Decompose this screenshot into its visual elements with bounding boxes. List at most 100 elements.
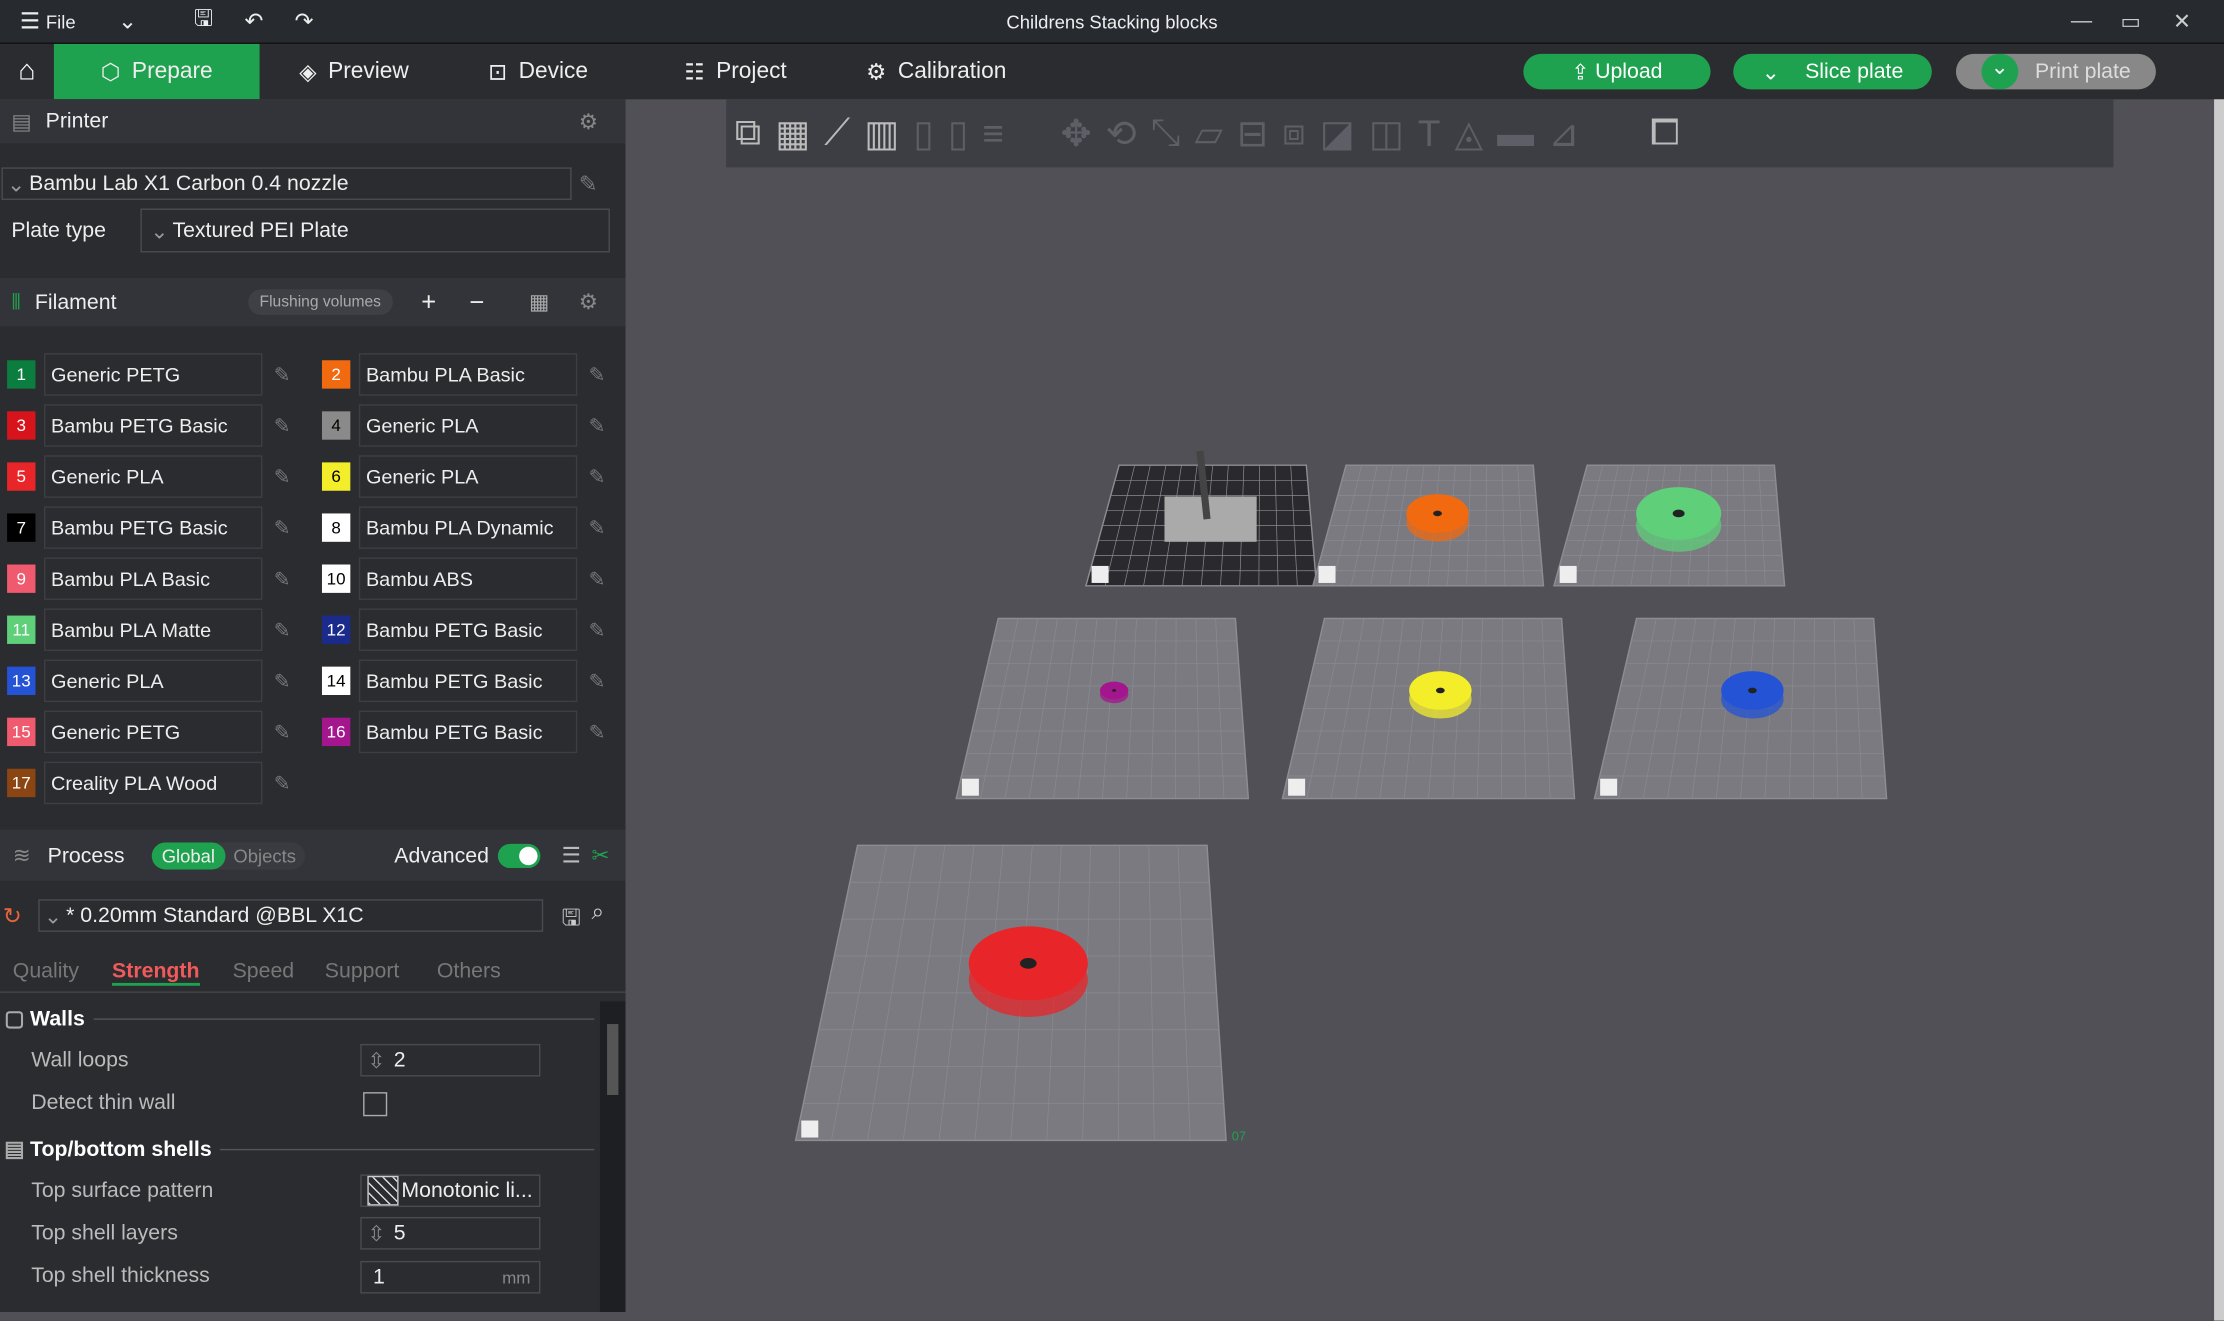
filament-color-swatch[interactable]: 8 [321, 513, 351, 542]
stepper-icon[interactable]: ⇳ [367, 1221, 385, 1246]
seam-icon[interactable]: ◫ [1369, 111, 1404, 155]
edit-icon[interactable]: ✎ [589, 720, 606, 744]
filament-color-swatch[interactable]: 14 [321, 666, 351, 696]
edit-icon[interactable]: ✎ [589, 567, 606, 591]
add-object-icon[interactable]: ⧉ [735, 111, 761, 156]
plate-type-select[interactable]: ⌄ Textured PEI Plate [140, 208, 610, 253]
save-icon[interactable]: 🖫 [562, 902, 581, 940]
list-icon[interactable]: ☰ [562, 843, 581, 868]
filament-color-swatch[interactable]: 13 [7, 666, 36, 696]
filament-item[interactable]: 14 Bambu PETG Basic ✎ [321, 659, 606, 703]
maximize-button[interactable]: ▭ [2120, 9, 2140, 34]
filament-select[interactable]: Generic PETG [43, 710, 263, 754]
filament-item[interactable]: 8 Bambu PLA Dynamic ✎ [321, 506, 605, 549]
layers-icon[interactable]: ≡ [982, 111, 1004, 155]
gear-icon[interactable]: ⚙ [579, 109, 598, 134]
edit-icon[interactable]: ✎ [589, 465, 606, 489]
reset-icon[interactable]: ↻ [3, 902, 22, 930]
filament-select[interactable]: Bambu PETG Basic [43, 506, 263, 549]
close-button[interactable]: ✕ [2173, 9, 2191, 34]
tab-prepare[interactable]: ⬡ Prepare [53, 43, 260, 100]
edit-icon[interactable]: ✎ [274, 516, 291, 540]
filament-color-swatch[interactable]: 7 [7, 513, 36, 542]
chevron-down-icon[interactable]: ⌄ [118, 7, 137, 35]
filament-select[interactable]: Generic PETG [43, 353, 263, 396]
redo-icon[interactable]: ↷ [295, 7, 314, 35]
filament-color-swatch[interactable]: 17 [7, 768, 36, 798]
filament-select[interactable]: Bambu PETG Basic [358, 659, 578, 703]
top-shell-layers-input[interactable]: ⇳ 5 [360, 1216, 541, 1250]
filament-color-swatch[interactable]: 2 [321, 360, 351, 389]
filament-select[interactable]: Bambu PLA Basic [358, 353, 578, 396]
build-plate[interactable] [955, 617, 1250, 800]
measure-icon[interactable]: ▬ [1497, 111, 1534, 155]
filament-select[interactable]: Bambu PETG Basic [358, 608, 578, 652]
explode-icon[interactable]: ⧠ [1650, 111, 1680, 156]
boolean-icon[interactable]: ⧈ [1282, 111, 1305, 156]
flushing-volumes-button[interactable]: Flushing volumes [248, 289, 393, 315]
filament-item[interactable]: 4 Generic PLA ✎ [321, 404, 606, 447]
edit-icon[interactable]: ✎ [589, 362, 606, 386]
build-plate[interactable] [1281, 617, 1576, 800]
sidebar-scrollbar[interactable] [599, 1001, 626, 1312]
tab-device[interactable]: ⊡ Device [449, 44, 628, 99]
add-plate-icon[interactable]: ▦ [775, 111, 810, 155]
printer-select[interactable]: ⌄ Bambu Lab X1 Carbon 0.4 nozzle [1, 167, 572, 200]
upload-button[interactable]: ⇪ Upload [1523, 53, 1711, 90]
edit-icon[interactable]: ✎ [579, 170, 598, 198]
filament-select[interactable]: Bambu ABS [358, 557, 578, 600]
viewport-scrollbar[interactable] [2214, 99, 2224, 1321]
edit-icon[interactable]: ✎ [589, 669, 606, 693]
filament-color-swatch[interactable]: 4 [321, 411, 351, 440]
filament-color-swatch[interactable]: 15 [7, 717, 36, 747]
edit-icon[interactable]: ✎ [589, 413, 606, 437]
filament-item[interactable]: 15 Generic PETG ✎ [7, 710, 291, 754]
global-objects-toggle[interactable]: Global Objects [151, 841, 305, 869]
filament-color-swatch[interactable]: 6 [321, 462, 351, 491]
tab-others[interactable]: Others [437, 959, 501, 983]
edit-icon[interactable]: ✎ [274, 362, 291, 386]
filament-item[interactable]: 6 Generic PLA ✎ [321, 455, 606, 498]
menu-icon[interactable]: ☰ [20, 7, 40, 35]
home-icon[interactable]: ⌂ [0, 55, 54, 88]
filament-select[interactable]: Bambu PLA Dynamic [358, 506, 578, 549]
search-icon[interactable]: ⌕ [591, 901, 604, 927]
tab-quality[interactable]: Quality [13, 959, 79, 983]
build-plate[interactable]: 07 [794, 844, 1246, 1143]
save-icon[interactable]: 🖫 [194, 2, 213, 40]
3d-viewport[interactable]: 07 [626, 167, 2215, 1321]
wall-loops-input[interactable]: ⇳ 2 [360, 1043, 541, 1077]
top-surface-pattern-select[interactable]: Monotonic li... [360, 1174, 541, 1208]
assembly-icon[interactable]: ⊿ [1548, 111, 1579, 155]
edit-icon[interactable]: ✎ [274, 771, 291, 795]
build-plate[interactable] [1593, 617, 1888, 800]
sync-icon[interactable]: ▦ [529, 289, 549, 315]
text-icon[interactable]: T [1418, 111, 1441, 155]
build-plate[interactable] [1311, 464, 1545, 587]
advanced-toggle[interactable] [497, 843, 541, 868]
color-paint-icon[interactable]: ◬ [1455, 111, 1483, 155]
filament-item[interactable]: 5 Generic PLA ✎ [7, 455, 290, 498]
build-plate[interactable] [1084, 450, 1318, 587]
edit-icon[interactable]: ✎ [274, 413, 291, 437]
edit-icon[interactable]: ✎ [274, 720, 291, 744]
filament-select[interactable]: Bambu PETG Basic [358, 710, 578, 754]
lay-on-face-icon[interactable]: ▱ [1194, 111, 1222, 155]
tab-support[interactable]: Support [325, 959, 400, 983]
auto-orient-icon[interactable]: ⟋ [824, 111, 850, 156]
print-plate-button[interactable]: ⌄ Print plate [1955, 53, 2156, 90]
process-preset-select[interactable]: ⌄ * 0.20mm Standard @BBL X1C [38, 899, 544, 932]
filament-item[interactable]: 3 Bambu PETG Basic ✎ [7, 404, 290, 447]
remove-icon[interactable]: − [469, 287, 484, 317]
tab-project[interactable]: ☷ Project [628, 44, 827, 99]
tab-preview[interactable]: ◈ Preview [260, 44, 449, 99]
detect-thin-wall-checkbox[interactable] [363, 1092, 388, 1117]
filament-select[interactable]: Creality PLA Wood [43, 761, 263, 805]
filament-select[interactable]: Bambu PLA Basic [43, 557, 263, 600]
add-icon[interactable]: + [421, 287, 436, 317]
edit-icon[interactable]: ✎ [589, 618, 606, 642]
edit-icon[interactable]: ✎ [274, 465, 291, 489]
edit-icon[interactable]: ✎ [274, 567, 291, 591]
filament-select[interactable]: Bambu PLA Matte [43, 608, 263, 652]
minimize-button[interactable]: — [2071, 9, 2092, 33]
